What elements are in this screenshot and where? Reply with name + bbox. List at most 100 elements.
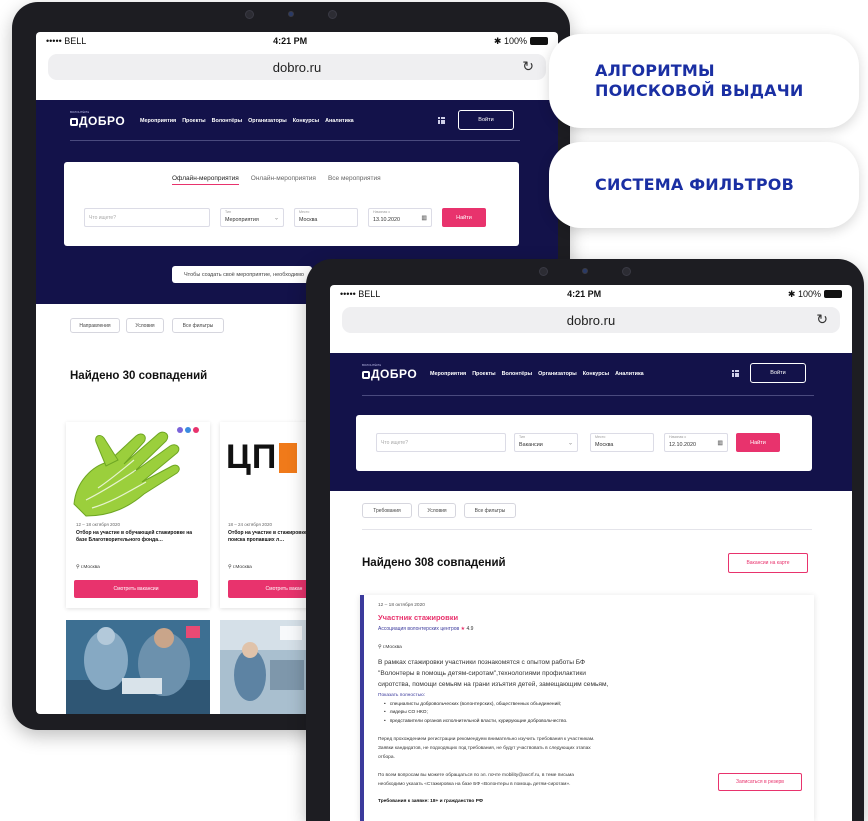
reserve-button[interactable]: Записаться в резерв (718, 773, 802, 791)
address-bar[interactable]: dobro.ru ↻ (48, 54, 546, 80)
time-label: 4:21 PM (567, 289, 602, 299)
vacancy-paragraph-line: Заявки кандидатов, не подходящих под тре… (378, 746, 591, 751)
nav-divider (70, 140, 520, 141)
nav-contests[interactable]: Конкурсы (293, 118, 319, 124)
nav-projects[interactable]: Проекты (182, 118, 205, 124)
organization-link[interactable]: Ассоциация волонтерских центров (378, 626, 459, 632)
type-select[interactable]: Тип Вакансии ⌄ (514, 433, 578, 452)
tab-online[interactable]: Онлайн-мероприятия (251, 175, 316, 185)
nav-analytics[interactable]: Аналитика (615, 371, 644, 377)
search-panel: Офлайн-мероприятия Онлайн-мероприятия Вс… (64, 162, 519, 246)
filter-all[interactable]: Все фильтры (464, 503, 516, 518)
place-value: Москва (595, 442, 614, 448)
search-panel: Что ищете? Тип Вакансии ⌄ Место Москва Н… (356, 415, 812, 471)
logo-mark-icon (70, 118, 78, 126)
battery-label: 100% (797, 288, 821, 299)
tab-all[interactable]: Все мероприятия (328, 175, 381, 185)
battery-label: 100% (503, 35, 527, 46)
bluetooth-icon: ✱ (787, 288, 798, 299)
show-more-link[interactable]: Показать полностью: (378, 693, 425, 698)
place-field[interactable]: Место Москва (294, 208, 358, 227)
apps-grid-icon[interactable] (732, 370, 739, 377)
chevron-down-icon: ⌄ (567, 440, 573, 446)
address-bar[interactable]: dobro.ru ↻ (342, 307, 840, 333)
main-nav: Мероприятия Проекты Волонтёры Организато… (140, 118, 354, 124)
battery-icon (824, 290, 842, 299)
login-button[interactable]: Войти (458, 110, 514, 130)
nav-analytics[interactable]: Аналитика (325, 118, 354, 124)
nav-projects[interactable]: Проекты (472, 371, 495, 377)
front-screen: ••••• BELL 4:21 PM ✱ 100% dobro.ru ↻ ВОЛ… (330, 285, 852, 821)
chevron-down-icon: ⌄ (273, 215, 279, 221)
tab-offline[interactable]: Офлайн-мероприятия (172, 175, 239, 185)
date-field[interactable]: Начиная с 13.10.2020 ▦ (368, 208, 432, 227)
search-input[interactable]: Что ищете? (376, 433, 506, 452)
create-event-banner[interactable]: Чтобы создать своё мероприятие, необходи… (172, 266, 312, 283)
vacancies-map-button[interactable]: Вакансии на карте (728, 553, 808, 573)
type-value: Мероприятия (225, 217, 259, 223)
event-card[interactable]: 12 – 18 октября 2020 Отбор на участие в … (66, 422, 210, 608)
date-label: Начиная с (669, 435, 687, 439)
logo-mark-icon (362, 371, 370, 379)
carrier-label: ••••• BELL (340, 289, 381, 299)
filter-all[interactable]: Все фильтры (172, 318, 224, 333)
carrier-label: ••••• BELL (46, 36, 87, 46)
filter-system-pill: СИСТЕМА ФИЛЬТРОВ (549, 142, 859, 228)
list-item: представители органов исполнительной вла… (384, 718, 744, 726)
type-value: Вакансии (519, 442, 543, 448)
vacancy-organization: Ассоциация волонтерских центров ★ 4.9 (378, 626, 473, 632)
type-select[interactable]: Тип Мероприятия ⌄ (220, 208, 284, 227)
place-field[interactable]: Место Москва (590, 433, 654, 452)
nav-organizers[interactable]: Организаторы (538, 371, 577, 377)
place-label: Место (299, 210, 310, 214)
nav-organizers[interactable]: Организаторы (248, 118, 287, 124)
vacancy-card[interactable]: 12 – 18 октября 2020 Участник стажировки… (360, 595, 814, 821)
site-header: ВОЛОНТЁРЫ ДОБРО Мероприятия Проекты Воло… (330, 353, 852, 491)
search-input[interactable]: Что ищете? (84, 208, 210, 227)
login-button[interactable]: Войти (750, 363, 806, 383)
logo[interactable]: ВОЛОНТЁРЫ ДОБРО (362, 363, 417, 381)
nav-volunteers[interactable]: Волонтёры (212, 118, 243, 124)
card-location: ⚲ г.Москва (76, 565, 100, 570)
status-bar: ••••• BELL 4:21 PM ✱ 100% (36, 32, 558, 50)
find-button[interactable]: Найти (442, 208, 486, 227)
camera-bar (539, 267, 631, 276)
vacancy-paragraph-line: отбора. (378, 755, 395, 760)
rating-value: 4.9 (466, 626, 474, 632)
search-placeholder: Что ищете? (381, 439, 408, 446)
pill-filters-text: СИСТЕМА ФИЛЬТРОВ (595, 175, 794, 194)
vacancy-location: ⚲ г.Москва (378, 645, 402, 650)
vacancy-title[interactable]: Участник стажировки (378, 613, 458, 622)
nav-contests[interactable]: Конкурсы (583, 371, 609, 377)
place-label: Место (595, 435, 606, 439)
filter-conditions[interactable]: Условия (418, 503, 456, 518)
nav-events[interactable]: Мероприятия (430, 371, 466, 377)
organizer-logo: ЦП (226, 438, 298, 477)
find-button[interactable]: Найти (736, 433, 780, 452)
calendar-icon: ▦ (717, 440, 723, 446)
filter-conditions[interactable]: Условия (126, 318, 164, 333)
surgery-photo-image (66, 620, 210, 714)
date-field[interactable]: Начиная с 12.10.2020 ▦ (664, 433, 728, 452)
card-date: 12 – 18 октября 2020 (76, 522, 121, 527)
reload-icon[interactable]: ↻ (816, 311, 828, 328)
filter-requirements[interactable]: Требования (362, 503, 412, 518)
time-label: 4:21 PM (273, 36, 308, 46)
results-heading: Найдено 30 совпадений (70, 370, 208, 382)
reload-icon[interactable]: ↻ (522, 58, 534, 75)
nav-volunteers[interactable]: Волонтёры (502, 371, 533, 377)
nav-divider (362, 395, 814, 396)
view-vacancies-button[interactable]: Смотреть вакансии (74, 580, 198, 598)
vacancy-description-line: сиротства, помощи семьям на грани изъяти… (378, 681, 609, 688)
type-label: Тип (519, 435, 525, 439)
card-location: ⚲ г.Москва (228, 565, 252, 570)
vacancy-paragraph-line: Перед прохождением регистрации рекоменду… (378, 737, 595, 742)
hospital-photo-image (220, 620, 310, 714)
nav-events[interactable]: Мероприятия (140, 118, 176, 124)
card-date: 18 – 24 октября 2020 (228, 522, 273, 527)
logo[interactable]: ВОЛОНТЁРЫ ДОБРО (70, 110, 125, 128)
vacancy-paragraph-line: По всем вопросам вы можете обращаться по… (378, 773, 574, 778)
vacancy-description-line: В рамках стажировки участники познакомят… (378, 659, 586, 666)
filter-directions[interactable]: Направления (70, 318, 120, 333)
apps-grid-icon[interactable] (438, 117, 445, 124)
